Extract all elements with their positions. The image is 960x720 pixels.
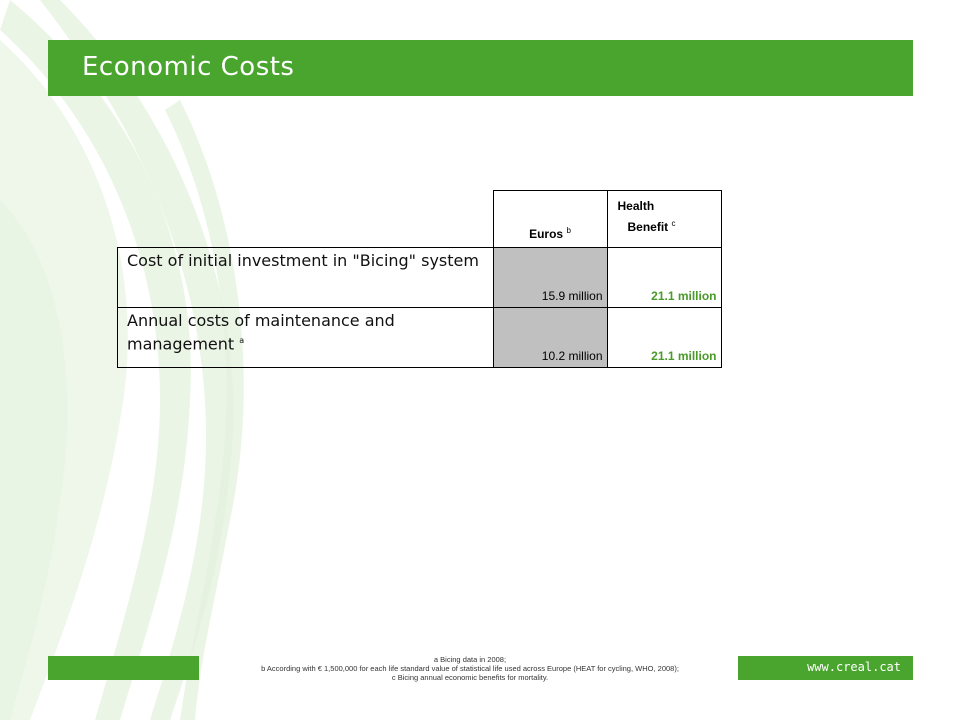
header-benefit-label: Benefit — [627, 220, 669, 234]
header-euros-note: b — [566, 226, 571, 235]
footer-right-bar: www.creal.cat — [738, 656, 913, 680]
header-benefit-line: Benefit c — [608, 213, 721, 238]
row-label-note: a — [239, 336, 245, 345]
header-health-benefit: Health Benefit c — [606, 190, 722, 248]
health-benefit-value: 21.1 million — [606, 247, 722, 308]
row-label: Annual costs of maintenance and manageme… — [117, 307, 494, 368]
health-benefit-value: 21.1 million — [606, 307, 722, 368]
footer-left-bar — [48, 656, 199, 680]
footnote-b: b According with € 1,500,000 for each li… — [261, 664, 679, 673]
title-bar: Economic Costs — [48, 40, 913, 96]
table-header-row: Euros b Health Benefit c — [118, 190, 722, 248]
euros-value: 15.9 million — [492, 247, 608, 308]
header-health-label: Health — [617, 199, 655, 213]
row-label-text: Annual costs of maintenance and manageme… — [127, 311, 395, 354]
header-health-note: c — [671, 219, 676, 228]
row-label: Cost of initial investment in "Bicing" s… — [117, 247, 494, 308]
table-row: Annual costs of maintenance and manageme… — [117, 307, 722, 368]
footnotes: a Bicing data in 2008; b According with … — [215, 655, 725, 682]
economic-costs-table: Euros b Health Benefit c Cost of initial… — [117, 190, 722, 368]
site-url-link[interactable]: www.creal.cat — [807, 660, 901, 674]
footnote-c: c Bicing annual economic benefits for mo… — [391, 673, 549, 682]
header-euros-label: Euros — [529, 227, 564, 241]
header-euros: Euros b — [492, 190, 608, 248]
table-corner-cell — [118, 191, 494, 248]
table-row: Cost of initial investment in "Bicing" s… — [117, 247, 722, 308]
row-label-text: Cost of initial investment in "Bicing" s… — [127, 251, 479, 270]
page-title: Economic Costs — [82, 52, 295, 82]
euros-value: 10.2 million — [492, 307, 608, 368]
footnote-a: a Bicing data in 2008; — [433, 655, 507, 664]
